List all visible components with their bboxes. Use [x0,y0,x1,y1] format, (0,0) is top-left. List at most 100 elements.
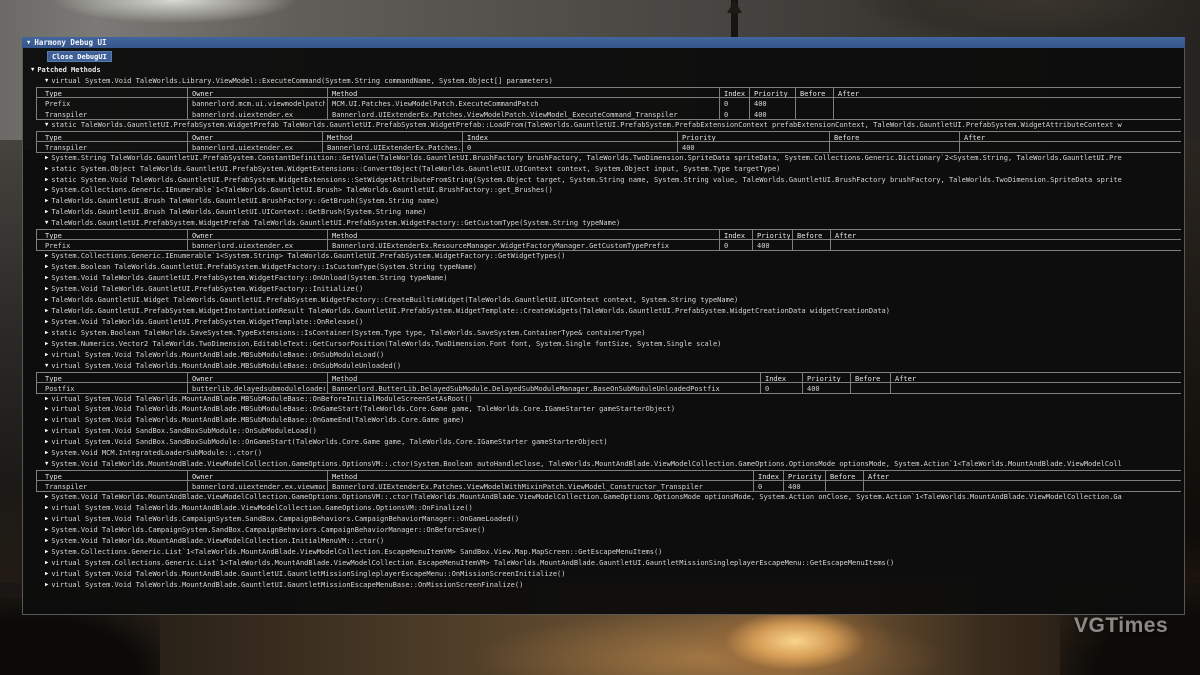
expand-arrow-icon[interactable]: ▶ [45,417,48,423]
patch-table-header-row: TypeOwnerMethodIndexPriorityBeforeAfter [36,131,1181,142]
expand-arrow-icon[interactable]: ▶ [45,264,48,270]
column-divider [327,471,328,480]
method-row[interactable]: ▶static System.Void TaleWorlds.GauntletU… [45,175,1181,186]
collapse-arrow-icon[interactable]: ▼ [45,220,48,226]
collapse-arrow-icon[interactable]: ▼ [45,461,48,467]
method-row[interactable]: ▼virtual System.Void TaleWorlds.MountAnd… [45,361,1181,372]
expand-arrow-icon[interactable]: ▶ [45,352,48,358]
method-row[interactable]: ▶virtual System.Void TaleWorlds.MountAnd… [45,394,1181,405]
method-row[interactable]: ▶virtual System.Void TaleWorlds.Campaign… [45,514,1181,525]
expand-arrow-icon[interactable]: ▶ [45,582,48,588]
expand-arrow-icon[interactable]: ▶ [45,286,48,292]
method-row[interactable]: ▶virtual System.Void SandBox.SandBoxSubM… [45,426,1181,437]
expand-arrow-icon[interactable]: ▶ [45,428,48,434]
method-signature: System.Numerics.Vector2 TaleWorlds.TwoDi… [51,340,721,348]
expand-arrow-icon[interactable]: ▶ [45,166,48,172]
method-row[interactable]: ▶TaleWorlds.GauntletUI.PrefabSystem.Widg… [45,306,1181,317]
expand-arrow-icon[interactable]: ▶ [45,527,48,533]
method-row[interactable]: ▶virtual System.Void TaleWorlds.MountAnd… [45,580,1181,591]
expand-arrow-icon[interactable]: ▶ [45,516,48,522]
column-header: After [895,374,1178,383]
expand-arrow-icon[interactable]: ▶ [45,560,48,566]
tree-root-row[interactable]: ▼Patched Methods [31,65,1181,76]
column-divider [187,98,188,109]
expand-arrow-icon[interactable]: ▶ [45,406,48,412]
column-divider [462,132,463,141]
method-row[interactable]: ▶System.Collections.Generic.IEnumerable`… [45,185,1181,196]
method-row[interactable]: ▶System.String TaleWorlds.GauntletUI.Pre… [45,153,1181,164]
column-divider [327,240,328,250]
expand-arrow-icon[interactable]: ▶ [45,505,48,511]
collapse-arrow-icon[interactable]: ▼ [45,78,48,84]
patch-cell: bannerlord.uiextender.ex [192,241,325,251]
expand-arrow-icon[interactable]: ▶ [45,275,48,281]
expand-arrow-icon[interactable]: ▶ [45,439,48,445]
method-row[interactable]: ▶virtual System.Void TaleWorlds.MountAnd… [45,415,1181,426]
expand-arrow-icon[interactable]: ▶ [45,177,48,183]
expand-arrow-icon[interactable]: ▶ [45,187,48,193]
collapse-arrow-icon[interactable]: ▼ [45,363,48,369]
method-row[interactable]: ▶System.Numerics.Vector2 TaleWorlds.TwoD… [45,339,1181,350]
method-row[interactable]: ▼virtual System.Void TaleWorlds.Library.… [45,76,1181,87]
method-row[interactable]: ▼System.Void TaleWorlds.MountAndBlade.Vi… [45,459,1181,470]
method-row[interactable]: ▶System.Void TaleWorlds.CampaignSystem.S… [45,525,1181,536]
expand-arrow-icon[interactable]: ▶ [45,396,48,402]
expand-arrow-icon[interactable]: ▶ [45,538,48,544]
method-signature: System.Collections.Generic.List`1<TaleWo… [51,548,662,556]
patch-table-row: Transpilerbannerlord.uiextender.exBanner… [36,142,1181,153]
collapse-arrow-icon[interactable]: ▼ [31,67,34,73]
patch-cell: 400 [757,241,790,251]
expand-arrow-icon[interactable]: ▶ [45,549,48,555]
method-signature: System.Void TaleWorlds.CampaignSystem.Sa… [51,526,485,534]
method-row[interactable]: ▶static System.Boolean TaleWorlds.SaveSy… [45,328,1181,339]
method-row[interactable]: ▼TaleWorlds.GauntletUI.PrefabSystem.Widg… [45,218,1181,229]
column-divider [783,481,784,491]
method-row[interactable]: ▶System.Void TaleWorlds.MountAndBlade.Vi… [45,536,1181,547]
patch-table-header-row: TypeOwnerMethodIndexPriorityBeforeAfter [36,372,1181,383]
column-divider [719,98,720,109]
method-row[interactable]: ▶System.Boolean TaleWorlds.GauntletUI.Pr… [45,262,1181,273]
expand-arrow-icon[interactable]: ▶ [45,209,48,215]
method-row[interactable]: ▶TaleWorlds.GauntletUI.Brush TaleWorlds.… [45,207,1181,218]
method-row[interactable]: ▶TaleWorlds.GauntletUI.Brush TaleWorlds.… [45,196,1181,207]
column-divider [792,240,793,250]
expand-arrow-icon[interactable]: ▶ [45,494,48,500]
method-row[interactable]: ▶virtual System.Collections.Generic.List… [45,558,1181,569]
method-row[interactable]: ▶virtual System.Void TaleWorlds.MountAnd… [45,503,1181,514]
method-row[interactable]: ▶System.Void TaleWorlds.GauntletUI.Prefa… [45,273,1181,284]
method-signature: TaleWorlds.GauntletUI.Widget TaleWorlds.… [51,296,738,304]
expand-arrow-icon[interactable]: ▶ [45,308,48,314]
column-divider [327,481,328,491]
method-row[interactable]: ▶static System.Object TaleWorlds.Gauntle… [45,164,1181,175]
column-divider [327,230,328,239]
method-row[interactable]: ▶virtual System.Void TaleWorlds.MountAnd… [45,404,1181,415]
method-row[interactable]: ▶virtual System.Void TaleWorlds.MountAnd… [45,350,1181,361]
patch-table-header-row: TypeOwnerMethodIndexPriorityBeforeAfter [36,470,1181,481]
method-row[interactable]: ▶TaleWorlds.GauntletUI.Widget TaleWorlds… [45,295,1181,306]
method-row[interactable]: ▶System.Collections.Generic.List`1<TaleW… [45,547,1181,558]
patch-cell: 0 [758,482,781,492]
method-row[interactable]: ▶System.Void TaleWorlds.GauntletUI.Prefa… [45,284,1181,295]
expand-arrow-icon[interactable]: ▶ [45,571,48,577]
patch-cell: butterlib.delayedsubmoduleloader.st [192,384,325,394]
method-row[interactable]: ▶System.Collections.Generic.IEnumerable`… [45,251,1181,262]
method-row[interactable]: ▶virtual System.Void TaleWorlds.MountAnd… [45,569,1181,580]
expand-arrow-icon[interactable]: ▶ [45,155,48,161]
method-row[interactable]: ▶System.Void TaleWorlds.GauntletUI.Prefa… [45,317,1181,328]
expand-arrow-icon[interactable]: ▶ [45,341,48,347]
expand-arrow-icon[interactable]: ▶ [45,330,48,336]
expand-arrow-icon[interactable]: ▶ [45,450,48,456]
patch-table-row: Prefixbannerlord.uiextender.exBannerlord… [36,240,1181,251]
expand-arrow-icon[interactable]: ▶ [45,319,48,325]
patch-cell: Postfix [45,384,185,394]
column-divider [825,471,826,480]
expand-arrow-icon[interactable]: ▶ [45,297,48,303]
expand-arrow-icon[interactable]: ▶ [45,198,48,204]
method-row[interactable]: ▶System.Void MCM.IntegratedLoaderSubModu… [45,448,1181,459]
method-row[interactable]: ▼static TaleWorlds.GauntletUI.PrefabSyst… [45,120,1181,131]
method-signature: System.Collections.Generic.IEnumerable`1… [51,186,553,194]
collapse-arrow-icon[interactable]: ▼ [45,122,48,128]
method-row[interactable]: ▶virtual System.Void SandBox.SandBoxSubM… [45,437,1181,448]
expand-arrow-icon[interactable]: ▶ [45,253,48,259]
method-row[interactable]: ▶System.Void TaleWorlds.MountAndBlade.Vi… [45,492,1181,503]
